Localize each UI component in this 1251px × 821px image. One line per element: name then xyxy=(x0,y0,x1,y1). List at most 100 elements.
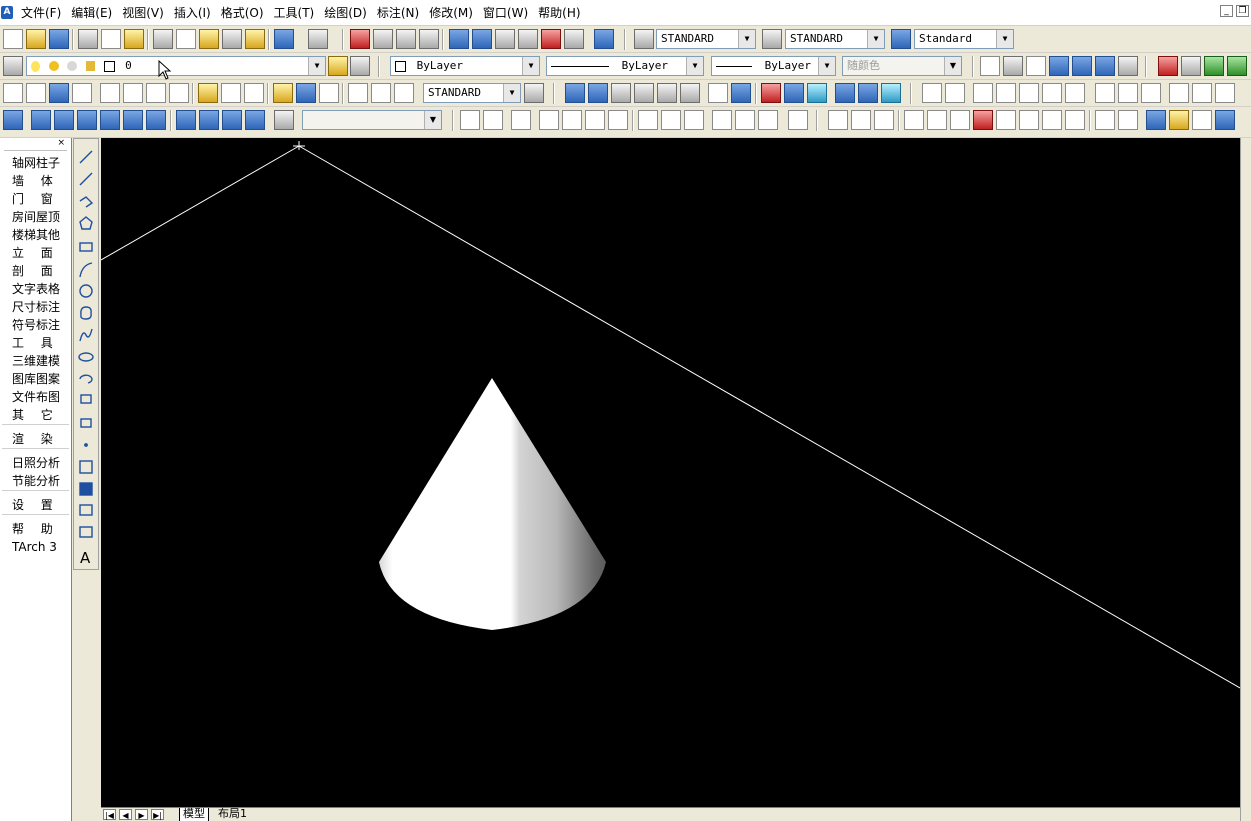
front-view-icon[interactable] xyxy=(123,110,143,130)
chevron-down-icon[interactable]: ▼ xyxy=(503,84,520,102)
tarch-item-dimension[interactable]: 尺寸标注 xyxy=(0,298,72,316)
snap-parallel-icon[interactable] xyxy=(1192,83,1212,103)
zoom-realtime-icon[interactable] xyxy=(373,29,393,49)
ucs-manager-icon[interactable] xyxy=(788,110,808,130)
ucs-object-icon[interactable] xyxy=(562,110,582,130)
menu-format[interactable]: 格式(O) xyxy=(216,3,269,23)
tarch-item-stairs[interactable]: 楼梯其他 xyxy=(0,226,72,244)
se-iso-view-icon[interactable] xyxy=(199,110,219,130)
tarch-item-help[interactable]: 帮助 xyxy=(0,520,72,538)
bottom-view-icon[interactable] xyxy=(54,110,74,130)
dimension-update-icon[interactable] xyxy=(394,83,414,103)
separate-icon[interactable] xyxy=(1146,110,1166,130)
tarch-item-room-roof[interactable]: 房间屋顶 xyxy=(0,208,72,226)
calculator-icon[interactable] xyxy=(564,29,584,49)
app-icon[interactable]: A xyxy=(1,6,13,19)
snap-quadrant-icon[interactable] xyxy=(1118,83,1138,103)
block-editor-icon[interactable] xyxy=(245,29,265,49)
tarch-item-version[interactable]: TArch 3 xyxy=(0,538,72,556)
print-icon[interactable] xyxy=(78,29,98,49)
move-faces-icon[interactable] xyxy=(950,110,970,130)
setup-drawing-icon[interactable] xyxy=(835,83,855,103)
sw-iso-view-icon[interactable] xyxy=(176,110,196,130)
solid-edit-icon[interactable] xyxy=(904,110,924,130)
dimension-style-select[interactable]: STANDARD ▼ xyxy=(423,83,521,103)
snap-tangent-icon[interactable] xyxy=(1141,83,1161,103)
dimension-edit-icon[interactable] xyxy=(348,83,368,103)
imprint-icon[interactable] xyxy=(1095,110,1115,130)
copy-faces-icon[interactable] xyxy=(1042,110,1062,130)
ucs-origin-icon[interactable] xyxy=(608,110,628,130)
zoom-previous-icon[interactable] xyxy=(419,29,439,49)
menu-window[interactable]: 窗口(W) xyxy=(478,3,533,23)
help-icon[interactable] xyxy=(594,29,614,49)
section-plane-icon[interactable] xyxy=(1215,110,1235,130)
menu-grip[interactable]: × xyxy=(4,138,67,151)
ucs-face-icon[interactable] xyxy=(539,110,559,130)
chevron-down-icon[interactable]: ▼ xyxy=(996,30,1013,48)
clean-icon[interactable] xyxy=(1118,110,1138,130)
tarch-item-sunlight[interactable]: 日照分析 xyxy=(0,454,72,472)
cube-icon[interactable] xyxy=(1095,56,1115,76)
tarch-item-other[interactable]: 其它 xyxy=(0,406,72,424)
tarch-item-text-table[interactable]: 文字表格 xyxy=(0,280,72,298)
tarch-item-energy[interactable]: 节能分析 xyxy=(0,472,72,490)
snap-midpoint-icon[interactable] xyxy=(945,83,965,103)
cut-icon[interactable] xyxy=(153,29,173,49)
shell-icon[interactable] xyxy=(1169,110,1189,130)
arc-length-icon[interactable] xyxy=(49,83,69,103)
tarch-item-tools[interactable]: 工具 xyxy=(0,334,72,352)
chevron-down-icon[interactable]: ▼ xyxy=(867,30,884,48)
markup-icon[interactable] xyxy=(541,29,561,49)
tarch-item-elevation[interactable]: 立面 xyxy=(0,244,72,262)
sphere-icon[interactable] xyxy=(1072,56,1092,76)
text-style-select[interactable]: STANDARD ▼ xyxy=(656,29,756,49)
ucs-apply-icon[interactable] xyxy=(758,110,778,130)
ucs-view-icon[interactable] xyxy=(585,110,605,130)
tarch-item-settings[interactable]: 设置 xyxy=(0,496,72,514)
rotate-faces-icon[interactable] xyxy=(996,110,1016,130)
nw-iso-view-icon[interactable] xyxy=(245,110,265,130)
menu-insert[interactable]: 插入(I) xyxy=(169,3,216,23)
aligned-dimension-icon[interactable] xyxy=(26,83,46,103)
ucs-x-icon[interactable] xyxy=(684,110,704,130)
ucs-world-icon[interactable] xyxy=(483,110,503,130)
center-mark-icon[interactable] xyxy=(319,83,339,103)
ucs-zaxis-icon[interactable] xyxy=(638,110,658,130)
menu-help[interactable]: 帮助(H) xyxy=(533,3,585,23)
tool-palettes-icon[interactable] xyxy=(495,29,515,49)
radius-dimension-icon[interactable] xyxy=(100,83,120,103)
layer-manager-icon[interactable] xyxy=(3,56,23,76)
redo-icon[interactable] xyxy=(308,29,328,49)
snap-perpendicular-icon[interactable] xyxy=(1169,83,1189,103)
snap-intersection-icon[interactable] xyxy=(973,83,993,103)
dim-style-select[interactable]: STANDARD ▼ xyxy=(785,29,885,49)
ucs-3point-icon[interactable] xyxy=(661,110,681,130)
snap-center-icon[interactable] xyxy=(1095,83,1115,103)
chevron-down-icon[interactable]: ▼ xyxy=(944,57,961,75)
properties-icon[interactable] xyxy=(449,29,469,49)
zoom-window-icon[interactable] xyxy=(396,29,416,49)
plot-style-select[interactable]: 随颜色 ▼ xyxy=(842,56,962,76)
copy-icon[interactable] xyxy=(176,29,196,49)
tarch-item-door-window[interactable]: 门窗 xyxy=(0,190,72,208)
view-select[interactable]: ▼ xyxy=(302,110,442,130)
back-view-icon[interactable] xyxy=(146,110,166,130)
minimize-button[interactable]: _ xyxy=(1220,5,1233,17)
quick-dimension-icon[interactable] xyxy=(198,83,218,103)
continue-dimension-icon[interactable] xyxy=(244,83,264,103)
tarch-item-section[interactable]: 剖面 xyxy=(0,262,72,280)
save-icon[interactable] xyxy=(49,29,69,49)
check-icon[interactable] xyxy=(1192,110,1212,130)
orbit-icon[interactable] xyxy=(1118,56,1138,76)
last-tab-button[interactable]: ▶| xyxy=(151,809,164,820)
section-icon[interactable] xyxy=(784,83,804,103)
tab-model[interactable]: 模型 xyxy=(179,808,209,821)
layer-select[interactable]: 0 ▼ xyxy=(26,56,326,76)
color-faces-icon[interactable] xyxy=(1065,110,1085,130)
dimension-style-icon[interactable] xyxy=(524,83,544,103)
continuous-orbit-icon[interactable] xyxy=(874,110,894,130)
zoom-icon[interactable] xyxy=(1181,56,1201,76)
snap-dash-icon[interactable] xyxy=(1065,83,1085,103)
sheet-set-icon[interactable] xyxy=(518,29,538,49)
